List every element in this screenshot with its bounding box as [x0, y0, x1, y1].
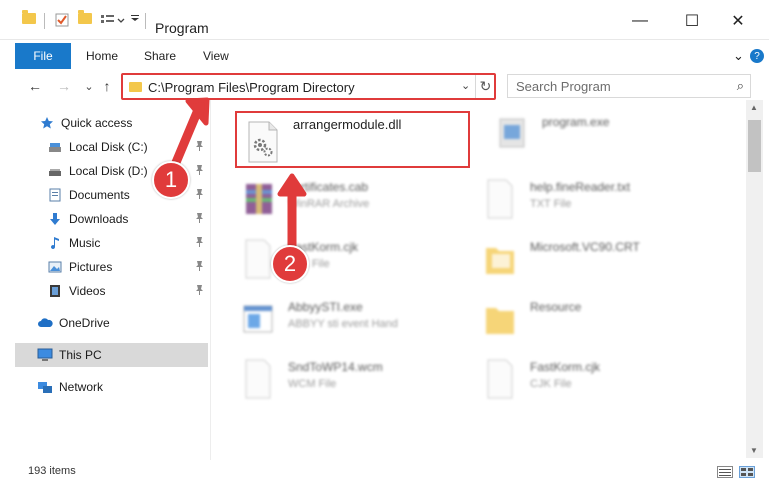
details-view-icon[interactable] — [717, 466, 733, 478]
item-count: 193 items — [28, 465, 76, 477]
large-icons-view-icon[interactable] — [739, 466, 755, 478]
callout-badge-1: 1 — [152, 161, 190, 199]
callout-arrowhead-2 — [277, 173, 307, 197]
callout-arrows — [167, 97, 307, 259]
callout-badge-2: 2 — [271, 245, 309, 283]
status-bar: 193 items — [0, 460, 769, 494]
